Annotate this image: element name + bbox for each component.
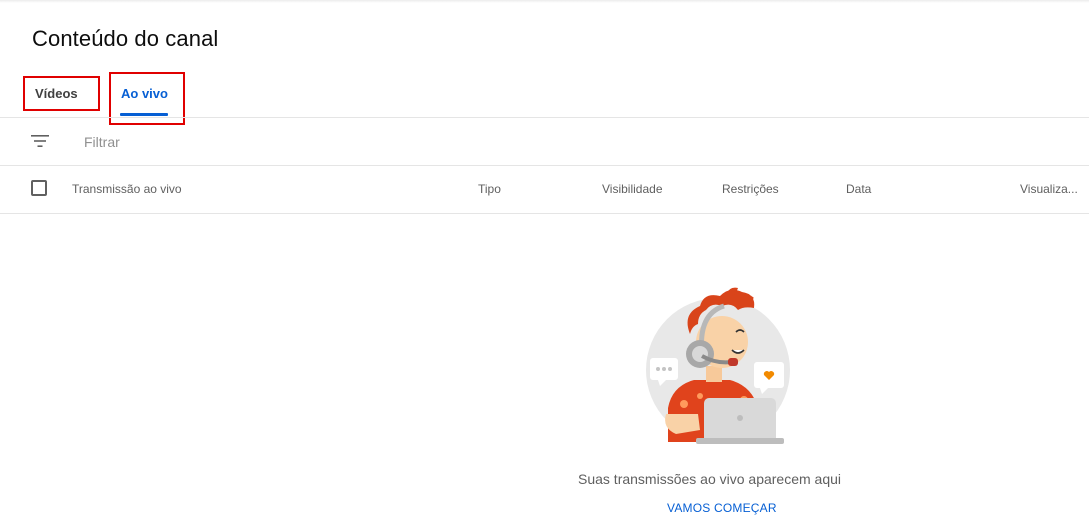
column-header-type[interactable]: Tipo bbox=[478, 182, 501, 196]
divider bbox=[0, 165, 1089, 166]
divider bbox=[0, 213, 1089, 214]
select-all-checkbox[interactable] bbox=[31, 180, 47, 196]
page-title: Conteúdo do canal bbox=[32, 26, 219, 51]
highlight-box-videos bbox=[23, 76, 100, 111]
filter-icon[interactable] bbox=[30, 134, 50, 148]
column-header-date[interactable]: Data bbox=[846, 182, 871, 196]
get-started-link[interactable]: VAMOS COMEÇAR bbox=[667, 501, 777, 515]
empty-state-message: Suas transmissões ao vivo aparecem aqui bbox=[578, 471, 842, 487]
filter-input[interactable]: Filtrar bbox=[84, 134, 120, 150]
divider bbox=[0, 117, 1089, 118]
top-shadow bbox=[0, 0, 1089, 3]
column-header-restrictions[interactable]: Restrições bbox=[722, 182, 779, 196]
column-header-live-stream[interactable]: Transmissão ao vivo bbox=[72, 182, 182, 196]
column-header-views[interactable]: Visualiza... bbox=[1020, 182, 1078, 196]
empty-state-illustration bbox=[646, 287, 790, 444]
column-header-visibility[interactable]: Visibilidade bbox=[602, 182, 663, 196]
